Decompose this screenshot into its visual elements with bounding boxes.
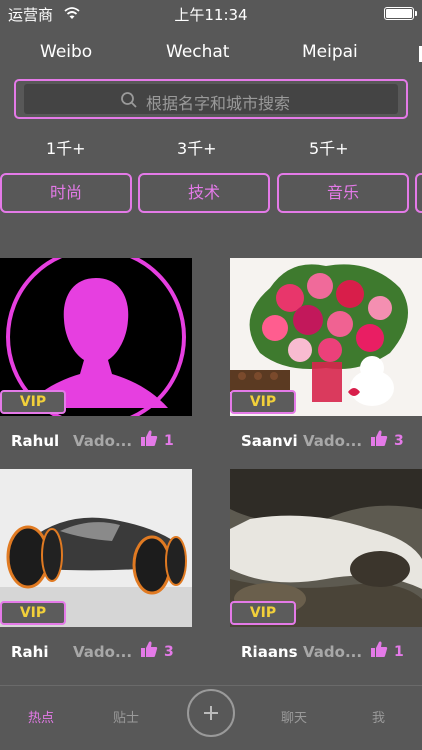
profile-location: Vado... xyxy=(303,643,363,661)
profile-name: Rahi xyxy=(11,643,49,661)
status-bar: 运营商 上午11:34 xyxy=(0,0,422,28)
thumbs-up-icon[interactable] xyxy=(370,429,388,447)
bottom-tab-bar: 热点 贴士 聊天 我 xyxy=(0,685,422,750)
like-count: 1 xyxy=(394,644,404,660)
filter-3k[interactable]: 3千+ xyxy=(177,135,217,159)
search-bar[interactable]: 根据名字和城市搜索 xyxy=(14,79,408,119)
clock: 上午11:34 xyxy=(174,6,248,24)
profile-name: Rahul xyxy=(11,432,60,450)
search-icon xyxy=(121,92,137,108)
tab-meipai[interactable]: Meipai xyxy=(302,42,358,62)
tab-hot[interactable]: 热点 xyxy=(28,707,54,726)
vip-badge: VIP xyxy=(230,601,296,625)
battery-icon xyxy=(384,7,417,20)
thumbs-up-icon[interactable] xyxy=(370,640,388,658)
tab-chat[interactable]: 聊天 xyxy=(281,707,307,726)
category-music-button[interactable]: 音乐 xyxy=(277,173,409,213)
thumbs-up-icon[interactable] xyxy=(140,429,158,447)
category-overflow-button[interactable] xyxy=(415,173,422,213)
filter-1k[interactable]: 1千+ xyxy=(46,135,86,159)
profile-location: Vado... xyxy=(73,432,133,450)
category-tech-button[interactable]: 技术 xyxy=(138,173,270,213)
tab-wechat[interactable]: Wechat xyxy=(166,42,229,62)
platform-tabs: Weibo Wechat Meipai xyxy=(0,42,422,66)
like-count: 3 xyxy=(164,644,174,660)
filter-5k[interactable]: 5千+ xyxy=(309,135,349,159)
like-count: 3 xyxy=(394,433,404,449)
vip-badge: VIP xyxy=(0,390,66,414)
search-placeholder: 根据名字和城市搜索 xyxy=(146,94,291,113)
like-count: 1 xyxy=(164,433,174,449)
thumbs-up-icon[interactable] xyxy=(140,640,158,658)
profile-location: Vado... xyxy=(73,643,133,661)
profile-name: Riaans xyxy=(241,643,298,661)
search-input[interactable]: 根据名字和城市搜索 xyxy=(24,84,398,114)
add-button[interactable] xyxy=(187,689,235,737)
vip-badge: VIP xyxy=(230,390,296,414)
tab-tips[interactable]: 贴士 xyxy=(113,707,139,726)
profile-location: Vado... xyxy=(303,432,363,450)
category-row: 时尚 技术 音乐 xyxy=(0,173,422,213)
vip-badge: VIP xyxy=(0,601,66,625)
profile-name: Saanvi xyxy=(241,432,298,450)
tab-me[interactable]: 我 xyxy=(372,707,385,726)
tab-weibo[interactable]: Weibo xyxy=(40,42,92,62)
category-fashion-button[interactable]: 时尚 xyxy=(0,173,132,213)
